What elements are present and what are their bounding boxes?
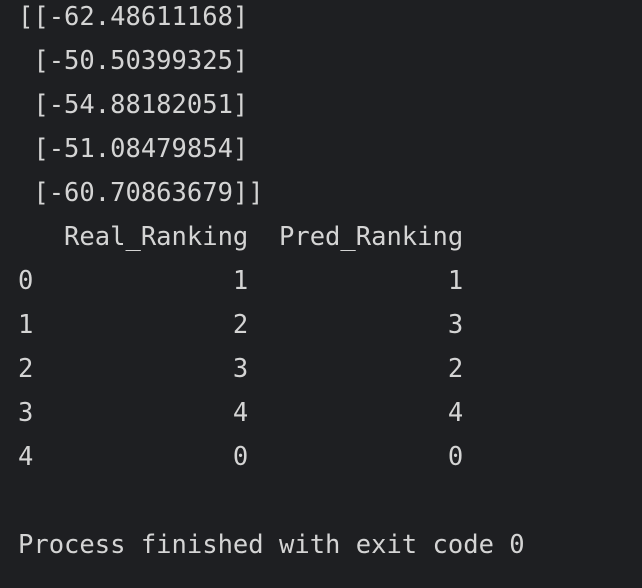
dataframe-header-line: Real_Ranking Pred_Ranking — [18, 222, 464, 252]
dataframe-row-line: 1 2 3 — [18, 310, 464, 340]
dataframe-row-line: 4 0 0 — [18, 442, 464, 472]
array-output-line: [[-62.48611168] — [18, 2, 249, 32]
dataframe-row-line: 0 1 1 — [18, 266, 464, 296]
array-output-line: [-51.08479854] — [18, 134, 249, 164]
dataframe-row-line: 2 3 2 — [18, 354, 464, 384]
run-console-output[interactable]: [[-62.48611168] [-50.50399325] [-54.8818… — [0, 0, 642, 588]
array-output-line: [-50.50399325] — [18, 46, 249, 76]
dataframe-row-line: 3 4 4 — [18, 398, 464, 428]
array-output-line: [-60.70863679]] — [18, 178, 264, 208]
process-exit-line: Process finished with exit code 0 — [18, 530, 525, 560]
array-output-line: [-54.88182051] — [18, 90, 249, 120]
